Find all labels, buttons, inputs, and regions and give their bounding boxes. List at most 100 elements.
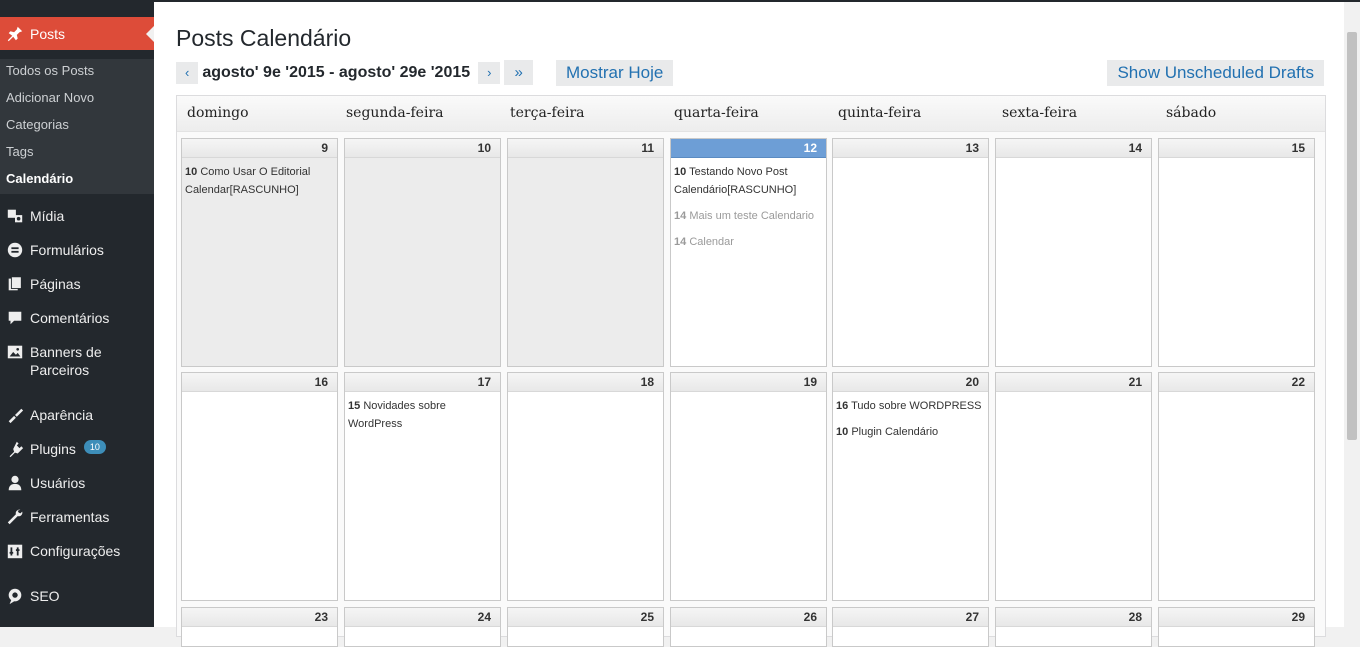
calendar-day[interactable]: 21 bbox=[995, 372, 1152, 601]
calendar-day[interactable]: 27 bbox=[832, 607, 989, 647]
day-posts bbox=[996, 158, 1151, 163]
sidebar-item-media[interactable]: Mídia bbox=[0, 207, 154, 225]
calendar-day[interactable]: 17 15 Novidades sobre WordPress bbox=[344, 372, 501, 601]
day-number: 19 bbox=[671, 373, 826, 392]
calendar-day[interactable]: 26 bbox=[670, 607, 827, 647]
sidebar-item-label: Ferramentas bbox=[30, 509, 110, 525]
calendar-post[interactable]: 10 Testando Novo Post Calendário[RASCUNH… bbox=[674, 163, 823, 199]
day-number: 24 bbox=[345, 608, 500, 627]
day-posts: 16 Tudo sobre WORDPRESS 10 Plugin Calendá… bbox=[833, 392, 988, 441]
sidebar-item-plugins[interactable]: Plugins 10 bbox=[0, 440, 154, 458]
sidebar-item-appearance[interactable]: Aparência bbox=[0, 406, 154, 424]
calendar-day[interactable]: 12 10 Testando Novo Post Calendário[RASCU… bbox=[670, 138, 827, 367]
submenu-all-posts[interactable]: Todos os Posts bbox=[0, 59, 154, 86]
day-number: 14 bbox=[996, 139, 1151, 158]
day-posts: 15 Novidades sobre WordPress bbox=[345, 392, 500, 433]
prev-week-button[interactable]: ‹ bbox=[176, 61, 199, 84]
sidebar-item-comments[interactable]: Comentários bbox=[0, 309, 154, 327]
submenu-add-new[interactable]: Adicionar Novo bbox=[0, 86, 154, 113]
post-title: Plugin Calendário bbox=[851, 426, 939, 438]
day-number: 29 bbox=[1159, 608, 1314, 627]
tools-icon bbox=[0, 508, 30, 526]
day-number: 10 bbox=[345, 139, 500, 158]
seo-icon bbox=[0, 587, 30, 605]
day-number: 16 bbox=[182, 373, 337, 392]
calendar-day[interactable]: 23 bbox=[181, 607, 338, 647]
post-hour: 10 bbox=[674, 166, 687, 178]
sidebar-item-seo[interactable]: SEO bbox=[0, 587, 154, 605]
day-number: 27 bbox=[833, 608, 988, 627]
day-number: 11 bbox=[508, 139, 663, 158]
submenu-categories[interactable]: Categorias bbox=[0, 113, 154, 140]
sidebar-item-tools[interactable]: Ferramentas bbox=[0, 508, 154, 526]
calendar-day[interactable]: 15 bbox=[1158, 138, 1315, 367]
calendar-day[interactable]: 28 bbox=[995, 607, 1152, 647]
day-posts: 10 Como Usar O Editorial Calendar[RASCUN… bbox=[182, 158, 337, 199]
weekday-label: sábado bbox=[1166, 105, 1217, 121]
sidebar-item-label-line2: Parceiros bbox=[30, 362, 90, 378]
calendar-day[interactable]: 22 bbox=[1158, 372, 1315, 601]
calendar-post[interactable]: 10 Plugin Calendário bbox=[836, 423, 985, 441]
day-number: 26 bbox=[671, 608, 826, 627]
calendar-post[interactable]: 14 Mais um teste Calendario bbox=[674, 207, 823, 225]
sidebar-item-forms[interactable]: Formulários bbox=[0, 241, 154, 259]
calendar-post[interactable]: 10 Como Usar O Editorial Calendar[RASCUN… bbox=[185, 163, 334, 199]
day-posts: 10 Testando Novo Post Calendário[RASCUNH… bbox=[671, 158, 826, 251]
sidebar-item-label: SEO bbox=[30, 588, 60, 604]
media-icon bbox=[0, 207, 30, 225]
sidebar-item-label: Banners de bbox=[30, 344, 102, 360]
users-icon bbox=[0, 474, 30, 492]
sidebar-item-posts-label: Posts bbox=[30, 25, 66, 42]
sidebar-item-banners[interactable]: Banners de Parceiros bbox=[0, 343, 154, 379]
jump-forward-button[interactable]: » bbox=[504, 60, 533, 85]
post-title: Testando Novo Post Calendário[RASCUNHO] bbox=[674, 166, 797, 196]
calendar-day[interactable]: 24 bbox=[344, 607, 501, 647]
calendar-day[interactable]: 19 bbox=[670, 372, 827, 601]
sidebar-item-users[interactable]: Usuários bbox=[0, 474, 154, 492]
unscheduled-drafts-button[interactable]: Show Unscheduled Drafts bbox=[1107, 60, 1324, 86]
day-posts bbox=[508, 158, 663, 163]
day-posts bbox=[345, 158, 500, 163]
post-title: Mais um teste Calendario bbox=[689, 210, 815, 222]
calendar-day[interactable]: 14 bbox=[995, 138, 1152, 367]
calendar-day[interactable]: 25 bbox=[507, 607, 664, 647]
calendar-day[interactable]: 16 bbox=[181, 372, 338, 601]
sidebar-item-posts[interactable]: Posts bbox=[0, 17, 154, 50]
sidebar-item-settings[interactable]: Configurações bbox=[0, 542, 154, 560]
scrollbar-thumb[interactable] bbox=[1347, 32, 1357, 440]
show-today-button[interactable]: Mostrar Hoje bbox=[556, 60, 674, 86]
sidebar-item-pages[interactable]: Páginas bbox=[0, 275, 154, 293]
day-number: 25 bbox=[508, 608, 663, 627]
admin-sidebar: Posts Todos os Posts Adicionar Novo Cate… bbox=[0, 0, 154, 627]
calendar-day[interactable]: 9 10 Como Usar O Editorial Calendar[RASCU… bbox=[181, 138, 338, 367]
day-posts bbox=[508, 627, 663, 632]
next-week-button[interactable]: › bbox=[478, 61, 501, 84]
day-posts bbox=[508, 392, 663, 397]
appearance-icon bbox=[0, 406, 30, 424]
day-number: 15 bbox=[1159, 139, 1314, 158]
calendar-post[interactable]: 14 Calendar bbox=[674, 233, 823, 251]
calendar-day[interactable]: 20 16 Tudo sobre WORDPRESS 10 Plugin Calen… bbox=[832, 372, 989, 601]
calendar-day[interactable]: 13 bbox=[832, 138, 989, 367]
sidebar-item-label: Configurações bbox=[30, 543, 121, 559]
day-posts bbox=[1159, 158, 1314, 163]
post-title: Tudo sobre WORDPRESS bbox=[851, 400, 982, 412]
main-content: Posts Calendário ‹ agosto' 9e '2015 - ag… bbox=[154, 2, 1344, 647]
sidebar-item-label: Usuários bbox=[30, 475, 86, 491]
calendar-day[interactable]: 10 bbox=[344, 138, 501, 367]
calendar-post[interactable]: 15 Novidades sobre WordPress bbox=[348, 397, 497, 433]
comments-icon bbox=[0, 309, 30, 327]
calendar-day[interactable]: 11 bbox=[507, 138, 664, 367]
calendar-post[interactable]: 16 Tudo sobre WORDPRESS bbox=[836, 397, 985, 415]
submenu-calendar[interactable]: Calendário bbox=[0, 167, 154, 194]
submenu-tags[interactable]: Tags bbox=[0, 140, 154, 167]
scrollbar[interactable] bbox=[1344, 2, 1360, 627]
day-posts bbox=[671, 627, 826, 632]
calendar-day[interactable]: 18 bbox=[507, 372, 664, 601]
calendar-grid: domingo segunda-feira terça-feira quarta-fe… bbox=[176, 95, 1326, 647]
calendar-navigation: ‹ agosto' 9e '2015 - agosto' 29e '2015 ›… bbox=[176, 60, 537, 85]
post-hour: 16 bbox=[836, 400, 849, 412]
day-posts bbox=[996, 627, 1151, 632]
weekday-label: terça-feira bbox=[510, 105, 585, 121]
calendar-day[interactable]: 29 bbox=[1158, 607, 1315, 647]
